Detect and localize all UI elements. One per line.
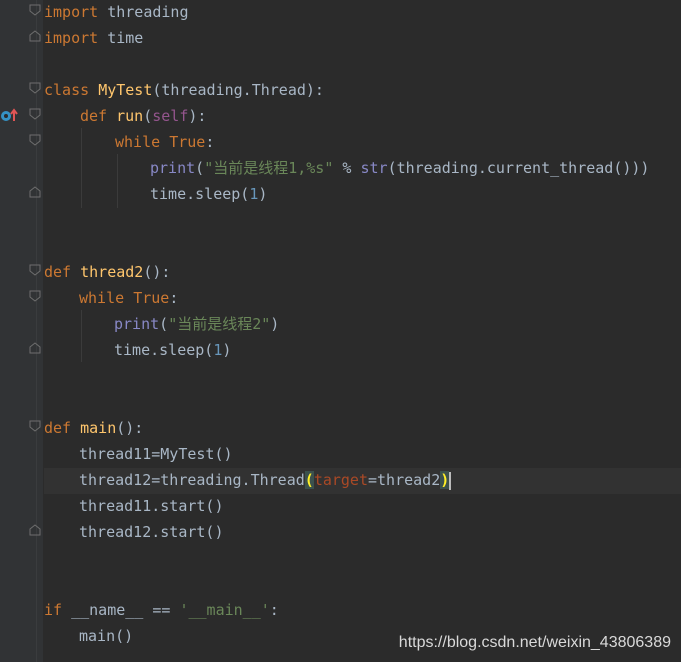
- code-line: time.sleep(1): [150, 185, 268, 203]
- code-line: def thread2():: [44, 263, 171, 281]
- text-cursor: [449, 471, 452, 490]
- fold-marker-icon[interactable]: [29, 108, 41, 120]
- code-line: while True:: [115, 133, 215, 151]
- code-line: thread11.start(): [79, 497, 224, 515]
- fold-marker-icon[interactable]: [29, 82, 41, 94]
- code-line: import threading: [44, 3, 189, 21]
- fold-marker-icon[interactable]: [29, 342, 41, 354]
- code-line: while True:: [79, 289, 179, 307]
- code-line: thread11=MyTest(): [79, 445, 233, 463]
- code-line: thread12.start(): [79, 523, 224, 541]
- code-line: print("当前是线程1,%s" % str(threading.curren…: [150, 159, 650, 177]
- code-line: time.sleep(1): [114, 341, 232, 359]
- gutter-separator: [36, 0, 37, 662]
- code-line: if __name__ == '__main__':: [44, 601, 279, 619]
- code-line: main(): [79, 627, 134, 645]
- code-line-current: thread12=threading.Thread(target=thread2…: [44, 468, 681, 494]
- override-method-icon[interactable]: [0, 108, 20, 124]
- code-line: def run(self):: [80, 107, 207, 125]
- fold-marker-icon[interactable]: [29, 30, 41, 42]
- fold-marker-icon[interactable]: [29, 264, 41, 276]
- fold-marker-icon[interactable]: [29, 134, 41, 146]
- watermark: https://blog.csdn.net/weixin_43806389: [398, 634, 671, 651]
- code-line: import time: [44, 29, 144, 47]
- fold-marker-icon[interactable]: [29, 524, 41, 536]
- fold-marker-icon[interactable]: [29, 4, 41, 16]
- fold-marker-icon[interactable]: [29, 186, 41, 198]
- code-line: print("当前是线程2"): [114, 315, 280, 333]
- fold-marker-icon[interactable]: [29, 290, 41, 302]
- code-line: class MyTest(threading.Thread):: [44, 81, 324, 99]
- code-line: def main():: [44, 419, 144, 437]
- fold-marker-icon[interactable]: [29, 420, 41, 432]
